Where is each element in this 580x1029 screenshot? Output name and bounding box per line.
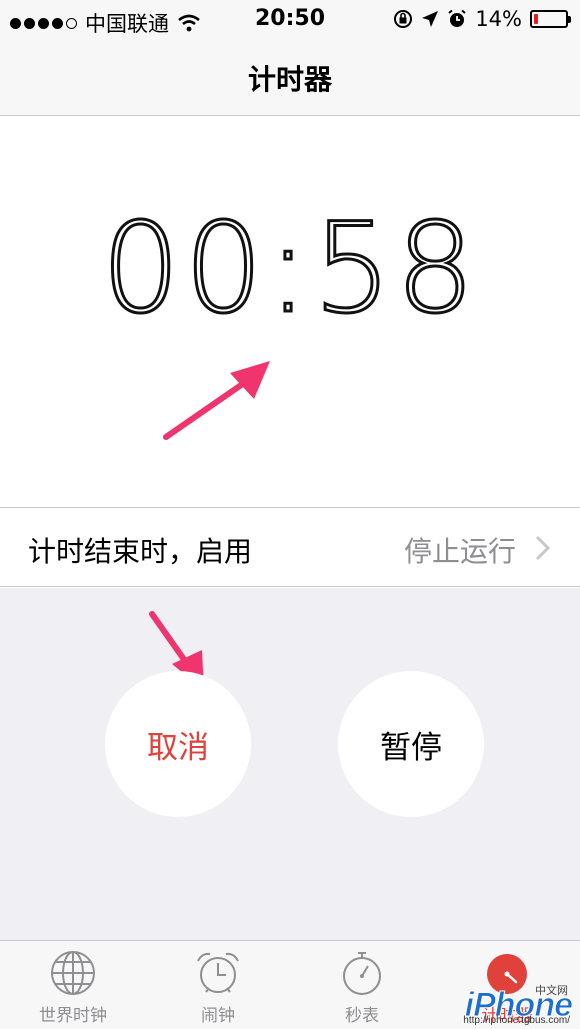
tab-label: 世界时钟 [39,1006,107,1026]
watermark-logo: 中文网 iPhone http://iphone.tgbus.com/ [463,985,573,1026]
alarm-icon [448,9,466,27]
pause-button[interactable]: 暂停 [338,671,484,817]
nav-bar: 计时器 [0,40,580,116]
cancel-button[interactable]: 取消 [105,671,251,817]
battery-icon [530,10,571,28]
status-bar: 中国联通 20:50 14% [0,0,580,40]
battery-percent: 14% [475,7,522,31]
location-icon [422,11,439,27]
annotation-arrow [163,361,270,440]
globe-icon [51,951,95,995]
timer-countdown: 00:58 [0,196,580,343]
timer-separator: : [266,196,313,343]
timer-minutes: 00 [100,196,268,343]
watermark-cn: 中文网 [535,985,568,997]
rotation-lock-icon [394,10,413,28]
battery-level [534,14,539,24]
watermark-url: http://iphone.tgbus.com/ [463,1015,570,1026]
timer-end-setting-row[interactable]: 计时结束时，启用 停止运行 [0,507,580,587]
setting-value: 停止运行 [403,535,516,568]
tab-alarm[interactable]: 闹钟 [158,949,278,1026]
tab-stopwatch[interactable]: 秒表 [302,949,422,1026]
chevron-right-icon [536,536,551,560]
tab-world-clock[interactable]: 世界时钟 [13,949,133,1026]
timer-seconds: 58 [311,196,479,343]
timer-area: 00:58 [0,117,580,507]
page-title: 计时器 [247,63,332,96]
status-right: 14% [393,7,571,31]
tab-label: 秒表 [345,1006,379,1026]
setting-label: 计时结束时，启用 [28,535,253,568]
stopwatch-icon [343,952,381,995]
timer-controls: 取消 暂停 [0,588,580,940]
tab-label: 闹钟 [201,1006,235,1026]
alarm-clock-icon [197,952,239,993]
